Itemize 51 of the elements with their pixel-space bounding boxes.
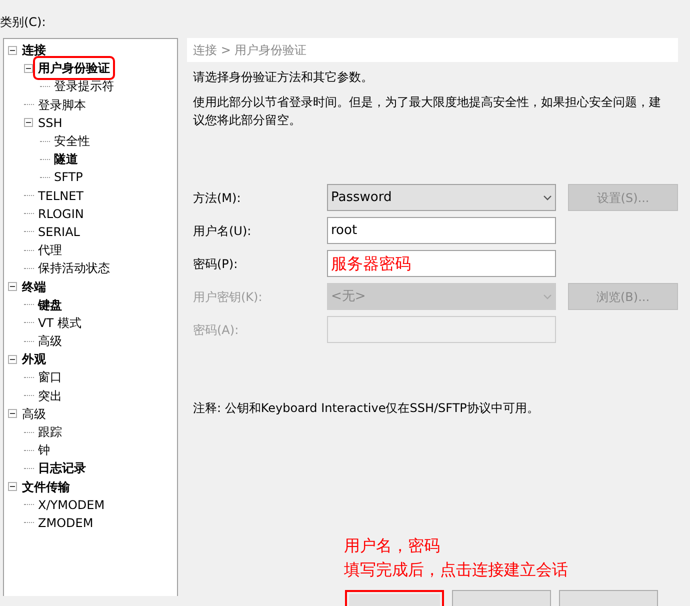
tree-item[interactable]: 高级: [20, 404, 48, 423]
tree-item[interactable]: 连接: [20, 41, 48, 60]
tree-item[interactable]: 外观: [20, 350, 48, 368]
tree-item[interactable]: 登录脚本: [36, 96, 88, 114]
tree-item[interactable]: 跟踪: [36, 423, 64, 442]
category-label: 类别(C):: [0, 14, 47, 31]
tree-item[interactable]: 高级: [36, 332, 64, 350]
breadcrumb: 连接 > 用户身份验证: [187, 38, 678, 62]
tree-item[interactable]: 窗口: [36, 368, 64, 386]
collapse-icon[interactable]: [8, 482, 17, 492]
tree-item[interactable]: RLOGIN: [36, 204, 86, 223]
tree-item[interactable]: 文件传输: [20, 478, 72, 496]
collapse-icon[interactable]: [24, 118, 33, 128]
tree-item[interactable]: 钟: [36, 441, 52, 460]
annotation-text: 填写完成后，点击连接建立会话: [344, 559, 569, 581]
tree-item[interactable]: 键盘: [36, 296, 64, 314]
field-label: 用户名(U):: [193, 222, 252, 240]
note-text: 注释: 公钥和Keyboard Interactive仅在SSH/SFTP协议中可用。: [192, 400, 540, 417]
tree-item[interactable]: 登录提示符: [52, 77, 116, 96]
tree-item[interactable]: SFTP: [52, 168, 85, 186]
input-field[interactable]: root: [327, 217, 556, 244]
collapse-icon[interactable]: [8, 354, 17, 364]
collapse-icon[interactable]: [8, 409, 17, 418]
description-text: 使用此部分以节省登录时间。但是，为了最大限度地提高安全性，如果担心安全问题，建议您将此部分留空。: [193, 94, 662, 129]
tree-item[interactable]: 代理: [36, 241, 64, 260]
intro-text: 请选择身份验证方法和其它参数。: [193, 69, 374, 86]
annotation-text: 用户名，密码: [344, 535, 441, 557]
field-label: 密码(A):: [193, 322, 240, 338]
tree-item[interactable]: 隧道: [52, 150, 80, 168]
input-field[interactable]: 服务器密码: [327, 250, 556, 277]
tree-item[interactable]: 终端: [20, 278, 48, 296]
field-label: 用户密钥(K):: [193, 288, 264, 306]
tree-item[interactable]: SERIAL: [36, 222, 82, 241]
tree-item[interactable]: 突出: [36, 386, 64, 405]
tree-item[interactable]: 日志记录: [36, 459, 88, 478]
chevron-down-icon: [543, 294, 552, 300]
tree-item[interactable]: VT 模式: [36, 314, 84, 332]
dropdown[interactable]: Password: [327, 184, 556, 211]
tree-item[interactable]: SSH: [36, 114, 64, 132]
tree-item[interactable]: 安全性: [52, 132, 92, 150]
tree-item[interactable]: 用户身份验证: [36, 59, 112, 78]
field-label: 方法(M):: [193, 190, 242, 206]
tree-item[interactable]: X/YMODEM: [36, 496, 107, 514]
field-label: 密码(P):: [193, 256, 239, 272]
tree-item[interactable]: TELNET: [36, 186, 86, 205]
tree-item[interactable]: ZMODEM: [36, 514, 96, 532]
collapse-icon[interactable]: [8, 46, 17, 55]
collapse-icon[interactable]: [24, 64, 33, 73]
chevron-down-icon: [543, 194, 552, 200]
tree-item[interactable]: 保持活动状态: [36, 259, 112, 278]
collapse-icon[interactable]: [8, 282, 17, 292]
